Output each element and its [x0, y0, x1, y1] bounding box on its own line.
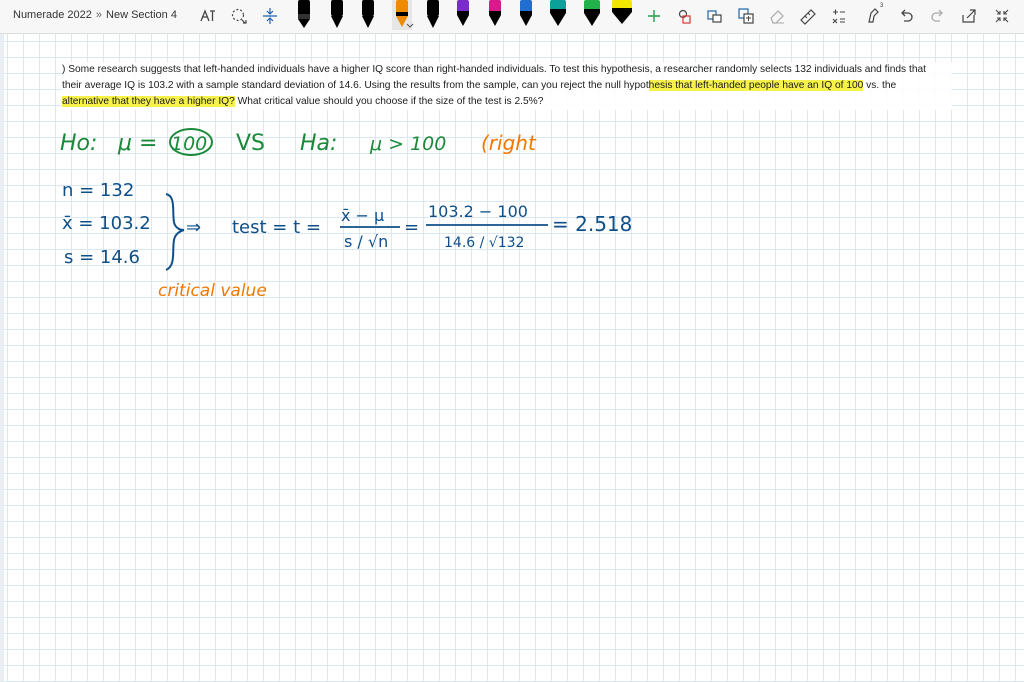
problem-line-3: alternative that they have a higher IQ? …	[62, 94, 952, 110]
problem-line-2-end: vs. the	[863, 80, 897, 91]
math-icon[interactable]	[829, 6, 849, 26]
ribbon-toolbar: Numerade 2022» New Section 4 3	[0, 0, 1024, 34]
insert-space-icon[interactable]	[260, 6, 280, 26]
add-pen-icon[interactable]	[644, 6, 664, 26]
pen-teal[interactable]	[548, 0, 568, 30]
lasso-select-icon[interactable]	[229, 6, 249, 26]
problem-line-2: their average IQ is 103.2 with a sample …	[62, 78, 952, 94]
highlighted-alt-start: al	[62, 96, 70, 107]
pen-purple[interactable]	[455, 0, 471, 30]
ink-to-math-icon[interactable]	[736, 6, 756, 26]
badge-count: 3	[880, 3, 884, 9]
pen-green[interactable]	[582, 0, 602, 30]
problem-text[interactable]: ) Some research suggests that left-hande…	[62, 62, 952, 110]
breadcrumb-separator: »	[95, 9, 103, 21]
pen-black-3[interactable]	[360, 0, 376, 30]
ruler-icon[interactable]	[798, 6, 818, 26]
pen-black-4[interactable]	[425, 0, 441, 30]
problem-line-2-start: their average IQ is 103.2 with a sample …	[62, 80, 649, 91]
page-margin	[0, 34, 4, 682]
full-page-view-icon[interactable]	[959, 6, 979, 26]
problem-line-1: ) Some research suggests that left-hande…	[62, 64, 926, 75]
ink-replay-icon[interactable]: 3	[864, 3, 884, 26]
breadcrumb: Numerade 2022» New Section 4	[13, 9, 177, 21]
collapse-icon[interactable]	[992, 6, 1012, 26]
pen-orange-selected[interactable]	[392, 0, 414, 30]
text-mode-icon[interactable]	[198, 6, 218, 26]
eraser-icon[interactable]	[767, 6, 787, 26]
highlighted-alternative: ternative that they have a higher IQ?	[69, 96, 235, 107]
undo-icon[interactable]	[896, 6, 916, 26]
highlighted-null-hypothesis: hesis that left-handed people have an IQ…	[648, 80, 864, 91]
problem-line-3-end: What critical value should you choose if…	[234, 96, 544, 107]
ink-to-shape-icon[interactable]	[675, 6, 695, 26]
breadcrumb-notebook[interactable]: Numerade 2022	[13, 9, 92, 21]
pen-magenta[interactable]	[487, 0, 503, 30]
pen-black-2[interactable]	[329, 0, 345, 30]
note-page-canvas[interactable]	[0, 34, 1024, 682]
ink-to-text-icon[interactable]	[705, 6, 725, 26]
pen-blue[interactable]	[518, 0, 534, 30]
highlighter-yellow[interactable]	[610, 0, 634, 30]
redo-icon[interactable]	[928, 6, 948, 26]
breadcrumb-section[interactable]: New Section 4	[106, 9, 177, 21]
pen-black-1[interactable]	[296, 0, 312, 30]
